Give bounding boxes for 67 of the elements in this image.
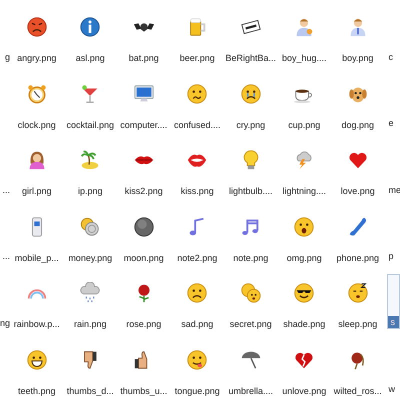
file-label[interactable]: e xyxy=(388,117,400,129)
sad-face-icon xyxy=(186,282,208,304)
file-label[interactable]: kiss.png xyxy=(180,185,215,197)
info-icon xyxy=(79,16,102,38)
file-label[interactable]: lightbulb.... xyxy=(228,185,274,197)
file-label[interactable]: rose.png xyxy=(125,318,162,330)
file-label[interactable]: tongue.png xyxy=(174,384,221,396)
file-label[interactable]: thumbs_u... xyxy=(119,384,168,396)
sleeping-face-icon xyxy=(346,282,369,304)
file-label[interactable]: unlove.png xyxy=(281,384,328,396)
file-label[interactable]: w xyxy=(388,383,400,395)
file-label[interactable]: BeRightBa... xyxy=(224,52,278,64)
confused-face-icon xyxy=(186,82,208,104)
rain-cloud-icon xyxy=(79,282,102,304)
file-label[interactable]: cocktail.png xyxy=(65,118,116,130)
tongue-face-icon xyxy=(186,348,208,370)
file-label[interactable]: asl.png xyxy=(74,52,106,64)
file-label[interactable]: bat.png xyxy=(128,52,160,64)
file-label[interactable]: clock.png xyxy=(16,118,57,130)
file-label[interactable]: ... xyxy=(2,250,10,262)
file-label[interactable]: p xyxy=(388,250,400,262)
file-label[interactable]: phone.png xyxy=(335,252,380,264)
file-label[interactable]: ng xyxy=(0,316,10,328)
file-label[interactable]: rainbow.p... xyxy=(12,318,61,330)
file-label[interactable]: money.png xyxy=(67,252,114,264)
file-label[interactable]: sad.png xyxy=(180,318,214,330)
file-label[interactable]: beer.png xyxy=(178,52,216,64)
file-label[interactable]: umbrella.... xyxy=(227,384,274,396)
sunglasses-face-icon xyxy=(293,282,316,304)
file-label[interactable]: moon.png xyxy=(122,252,165,264)
file-label[interactable]: sleep.png xyxy=(337,318,378,330)
file-label[interactable]: note.png xyxy=(232,252,270,264)
file-label[interactable]: secret.png xyxy=(228,318,273,330)
file-label[interactable]: cup.png xyxy=(287,118,322,130)
file-label[interactable]: lightning.... xyxy=(281,185,328,197)
file-label[interactable]: teeth.png xyxy=(16,384,57,396)
file-label[interactable]: angry.png xyxy=(16,52,58,64)
file-label[interactable]: rain.png xyxy=(72,318,108,330)
grinning-face-icon xyxy=(26,348,48,370)
file-label[interactable]: wilted_ros... xyxy=(332,384,383,396)
file-label[interactable]: love.png xyxy=(340,185,376,197)
crying-face-icon xyxy=(240,82,262,104)
file-label[interactable]: ip.png xyxy=(76,185,104,197)
file-label[interactable]: thumbs_d... xyxy=(66,384,115,396)
file-label[interactable]: boy.png xyxy=(341,52,374,64)
file-label[interactable]: c xyxy=(388,50,400,62)
file-label[interactable]: kiss2.png xyxy=(124,185,164,197)
file-label[interactable]: mobile_p... xyxy=(14,252,60,264)
moon-icon xyxy=(132,216,155,238)
angry-face-icon xyxy=(26,16,48,38)
file-label[interactable]: shade.png xyxy=(282,318,326,330)
coins-icon xyxy=(79,216,102,238)
file-label[interactable]: boy_hug.... xyxy=(280,52,328,64)
file-label[interactable]: dog.png xyxy=(340,118,376,130)
file-label[interactable]: girl.png xyxy=(20,185,53,197)
file-label[interactable]: omg.png xyxy=(286,252,323,264)
file-label[interactable]: s xyxy=(388,316,399,328)
file-label[interactable]: cry.png xyxy=(235,118,266,130)
file-label[interactable]: ... xyxy=(2,184,10,196)
file-label[interactable]: g xyxy=(4,50,10,62)
file-label[interactable]: computer.... xyxy=(119,118,168,130)
file-label[interactable]: note2.png xyxy=(176,252,218,264)
alarm-clock-icon xyxy=(26,82,48,104)
monitor-icon xyxy=(132,82,155,104)
two-faces-icon xyxy=(240,282,262,304)
file-label[interactable]: confused.... xyxy=(172,118,222,130)
surprised-face-icon xyxy=(293,216,316,238)
